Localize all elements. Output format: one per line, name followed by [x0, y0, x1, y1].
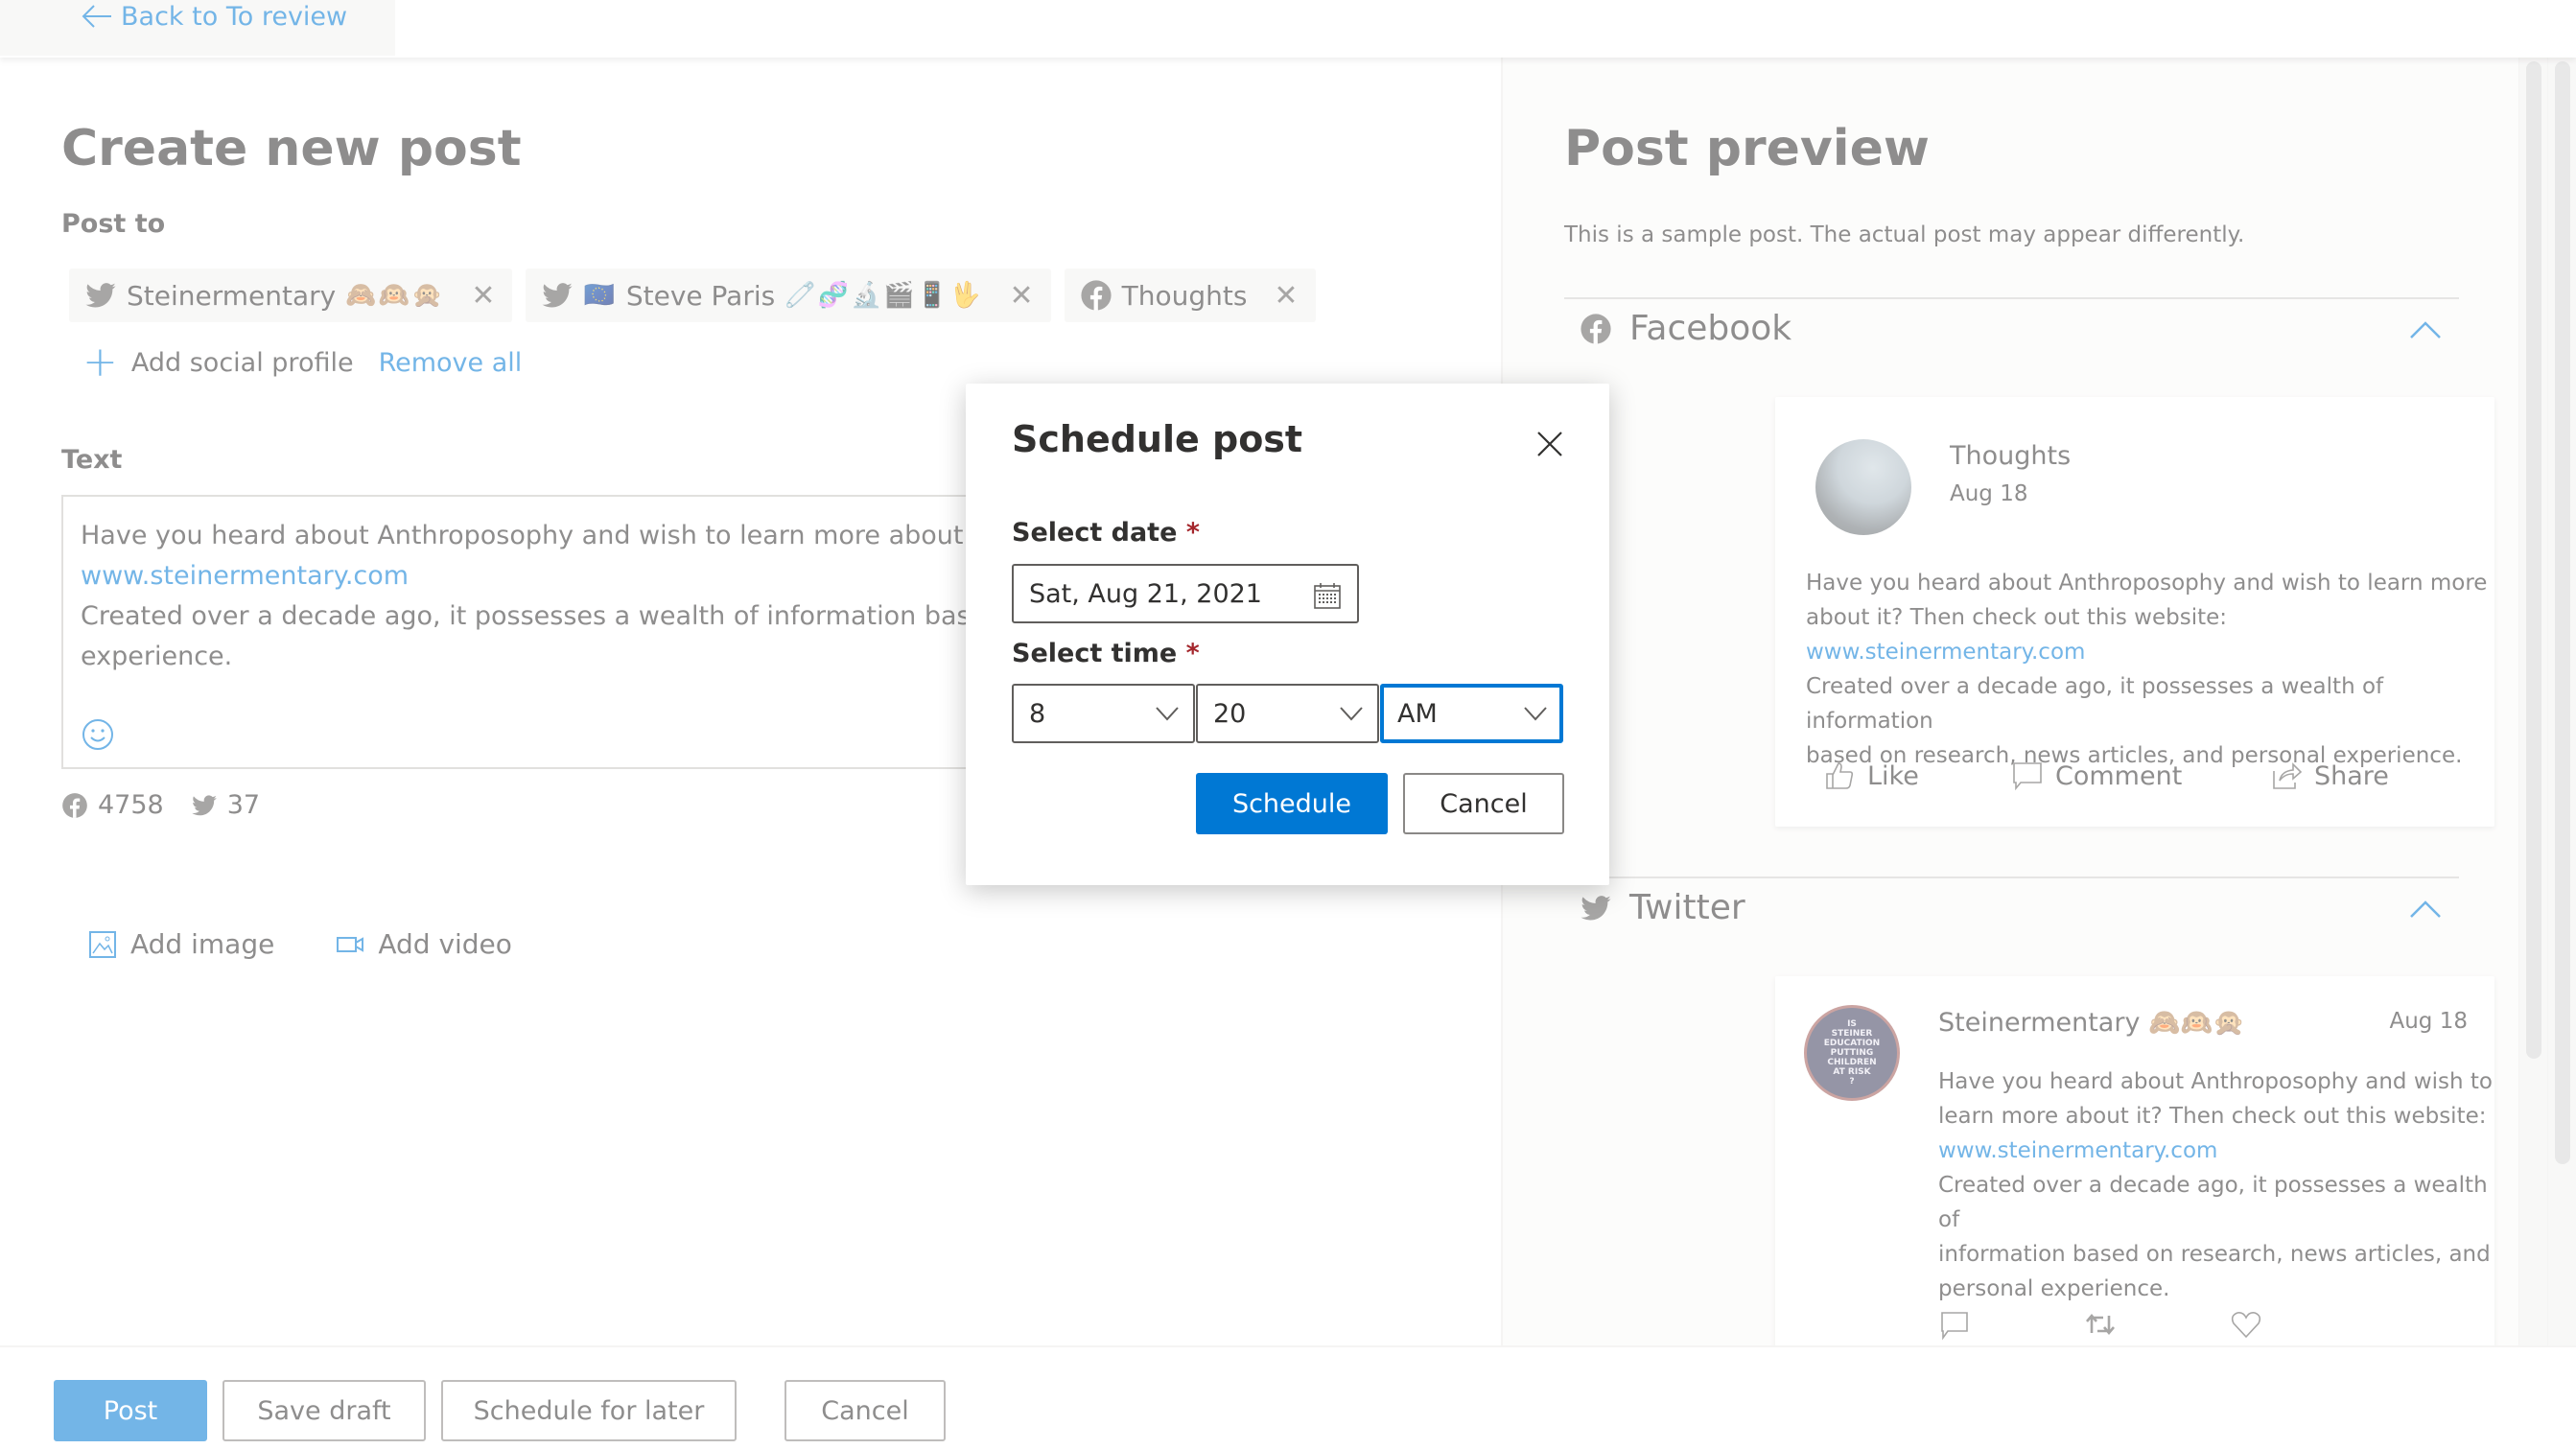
close-icon[interactable]: [1535, 430, 1564, 458]
required-mark: *: [1185, 518, 1200, 548]
minute-value: 20: [1213, 698, 1247, 729]
select-time-text: Select time: [1012, 639, 1178, 668]
schedule-button[interactable]: Schedule: [1196, 773, 1388, 834]
ampm-value: AM: [1397, 698, 1438, 729]
schedule-post-dialog: Schedule post Select date * Sat, Aug 21,…: [966, 384, 1609, 885]
chevron-down-icon: [1340, 707, 1363, 721]
minute-select[interactable]: 20: [1196, 684, 1379, 743]
ampm-select[interactable]: AM: [1380, 684, 1563, 743]
hour-select[interactable]: 8: [1012, 684, 1195, 743]
calendar-icon[interactable]: [1313, 581, 1342, 610]
chevron-down-icon: [1156, 707, 1179, 721]
date-picker-input[interactable]: Sat, Aug 21, 2021: [1012, 564, 1359, 623]
date-value: Sat, Aug 21, 2021: [1029, 578, 1262, 609]
dialog-title: Schedule post: [1012, 418, 1303, 460]
dialog-cancel-button[interactable]: Cancel: [1403, 773, 1564, 834]
select-date-label: Select date *: [1012, 518, 1200, 548]
select-time-label: Select time *: [1012, 639, 1200, 668]
select-date-text: Select date: [1012, 518, 1178, 548]
chevron-down-icon: [1524, 707, 1547, 721]
hour-value: 8: [1029, 698, 1046, 729]
page: Back to To review Create new post Post t…: [0, 0, 2576, 1449]
required-mark: *: [1185, 639, 1200, 668]
